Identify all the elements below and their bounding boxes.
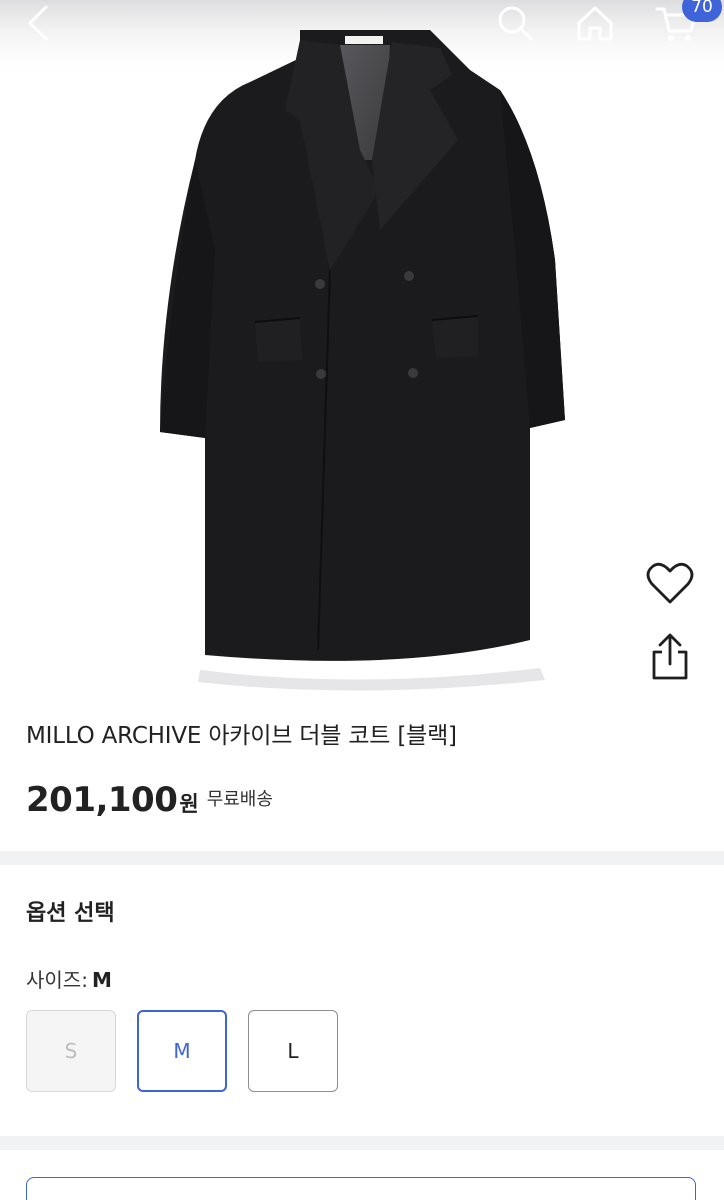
size-label: 사이즈: M bbox=[26, 964, 112, 993]
home-button[interactable] bbox=[572, 0, 618, 46]
size-option-l[interactable]: L bbox=[248, 1010, 338, 1092]
like-button[interactable] bbox=[646, 560, 694, 606]
heart-icon bbox=[646, 562, 694, 604]
price-currency: 원 bbox=[179, 792, 199, 816]
search-icon bbox=[498, 6, 533, 41]
size-label-text: 사이즈: bbox=[26, 968, 88, 992]
selected-size-value: M bbox=[91, 968, 112, 992]
share-button[interactable] bbox=[646, 632, 694, 682]
cart-count-badge: 70 bbox=[682, 0, 722, 22]
price-amount: 201,100 bbox=[26, 780, 178, 820]
share-icon bbox=[652, 633, 688, 680]
section-divider bbox=[0, 851, 724, 865]
product-image bbox=[0, 0, 724, 691]
size-option-m[interactable]: M bbox=[137, 1010, 227, 1092]
option-heading: 옵션 선택 bbox=[26, 901, 115, 926]
shipping-info: 무료배송 bbox=[206, 789, 273, 810]
chevron-left-icon bbox=[28, 5, 48, 41]
section-divider bbox=[0, 1136, 724, 1150]
product-image-area bbox=[0, 0, 724, 700]
bottom-action-panel[interactable] bbox=[26, 1177, 696, 1200]
search-button[interactable] bbox=[492, 0, 538, 46]
size-option-s[interactable]: S bbox=[26, 1010, 116, 1092]
back-button[interactable] bbox=[18, 0, 58, 46]
product-title: MILLO ARCHIVE 아카이브 더블 코트 [블랙] bbox=[26, 723, 457, 749]
home-icon bbox=[577, 6, 613, 41]
top-navigation-bar: 70 bbox=[0, 0, 724, 48]
price-row: 201,100 원 무료배송 bbox=[26, 780, 273, 820]
